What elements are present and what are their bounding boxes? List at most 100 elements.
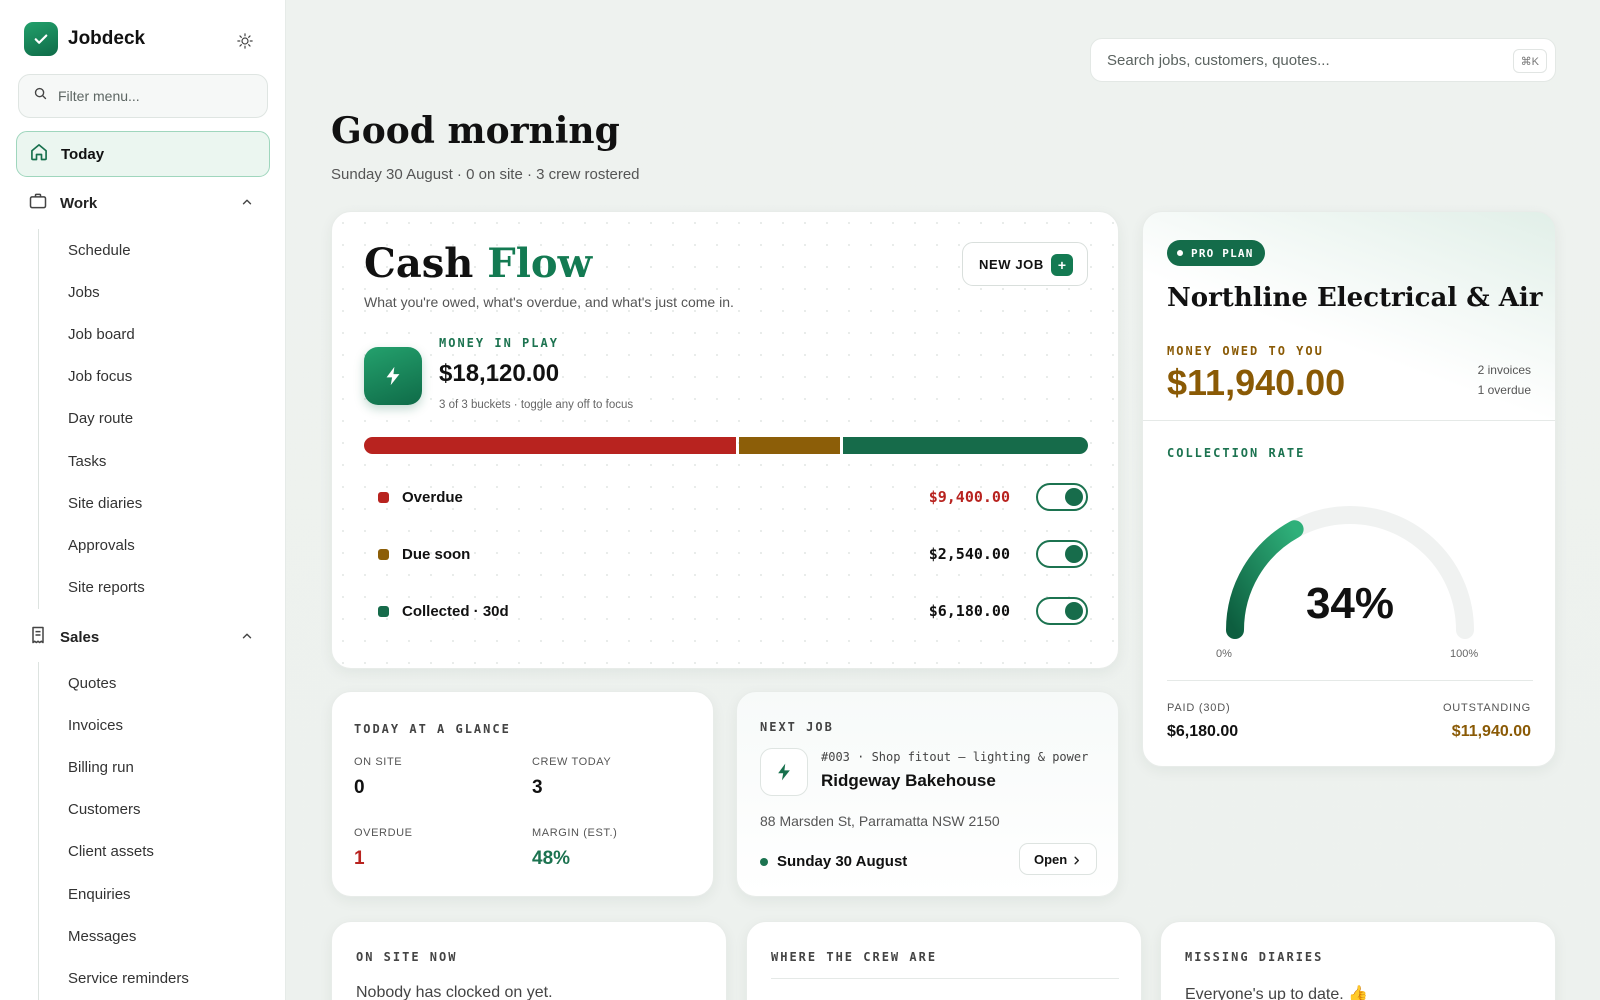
crew-today-value: 3 — [532, 777, 543, 798]
next-job-title: NEXT JOB — [760, 720, 834, 734]
next-job-meta: #003 · Shop fitout — lighting & power — [821, 750, 1089, 764]
sidebar-item-enquiries[interactable]: Enquiries — [39, 873, 189, 915]
page-subtitle: Sunday 30 August · 0 on site · 3 crew ro… — [331, 166, 640, 183]
new-job-label: NEW JOB — [979, 256, 1044, 272]
toggle-knob — [1065, 602, 1083, 620]
sidebar-item-service-reminders[interactable]: Service reminders — [39, 957, 189, 999]
missing-diaries-card: MISSING DIARIES Everyone's up to date. 👍 — [1160, 921, 1556, 1000]
filter-menu-field[interactable] — [18, 74, 268, 118]
on-site-now-card: ON SITE NOW Nobody has clocked on yet. — [331, 921, 727, 1000]
money-owed-label: MONEY OWED TO YOU — [1167, 344, 1324, 358]
next-job-customer: Ridgeway Bakehouse — [821, 771, 996, 790]
brand[interactable]: Jobdeck — [24, 22, 145, 56]
money-in-play-note: 3 of 3 buckets · toggle any off to focus — [439, 399, 634, 411]
divider — [1143, 420, 1555, 421]
sidebar-item-job-focus[interactable]: Job focus — [39, 356, 145, 398]
nav-today-label: Today — [61, 145, 105, 163]
bucket-row-due-soon: Due soon $2,540.00 — [364, 537, 1088, 571]
money-owed-value: $11,940.00 — [1167, 362, 1346, 403]
on-site-now-title: ON SITE NOW — [356, 950, 458, 964]
bucket-amount: $9,400.00 — [928, 488, 1010, 506]
on-site-now-text: Nobody has clocked on yet. — [356, 984, 553, 1000]
next-job-date: Sunday 30 August — [760, 853, 907, 870]
gauge-max-label: 100% — [1450, 648, 1479, 660]
cash-flow-title-accent: Flow — [487, 240, 593, 287]
bucket-color-dot — [378, 605, 389, 617]
sidebar-item-day-route[interactable]: Day route — [39, 398, 145, 440]
toggle-knob — [1065, 545, 1083, 563]
sun-icon[interactable] — [232, 28, 258, 54]
cash-flow-card: Cash Flow What you're owed, what's overd… — [331, 211, 1119, 669]
bucket-name: Due soon — [402, 545, 471, 563]
open-job-button[interactable]: Open — [1019, 843, 1097, 875]
paid-value: $6,180.00 — [1167, 723, 1239, 740]
sidebar-item-tasks[interactable]: Tasks — [39, 440, 145, 482]
global-search[interactable]: ⌘K — [1090, 38, 1556, 82]
chevron-right-icon — [1071, 854, 1082, 869]
bolt-icon — [364, 347, 422, 405]
page-title: Good morning — [331, 110, 620, 152]
bucket-progress-bar — [364, 437, 1088, 454]
sidebar-item-approvals[interactable]: Approvals — [39, 524, 145, 566]
sidebar-item-quotes[interactable]: Quotes — [39, 662, 189, 704]
on-site-value: 0 — [354, 777, 365, 798]
owed-meta: 2 invoices 1 overdue — [1478, 360, 1531, 400]
filter-menu-input[interactable] — [58, 88, 248, 104]
sidebar-item-invoices[interactable]: Invoices — [39, 704, 189, 746]
bucket-amount: $2,540.00 — [928, 545, 1010, 563]
bucket-amount: $6,180.00 — [928, 602, 1010, 620]
nav-group-work-label: Work — [60, 194, 98, 212]
divider — [771, 978, 1119, 979]
nav-group-sales[interactable]: Sales — [16, 617, 270, 657]
on-site-label: ON SITE — [354, 756, 403, 768]
where-the-crew-are-card: WHERE THE CREW ARE — [746, 921, 1142, 1000]
keyboard-shortcut-badge: ⌘K — [1512, 49, 1547, 73]
collection-rate-value: 34% — [1305, 579, 1395, 628]
sidebar-item-site-reports[interactable]: Site reports — [39, 567, 145, 609]
organisation-card: PRO PLAN Northline Electrical & Air MONE… — [1142, 211, 1556, 767]
sidebar-item-customers[interactable]: Customers — [39, 789, 189, 831]
divider — [1167, 680, 1533, 681]
overdue-label: OVERDUE — [354, 827, 413, 839]
bucket-name: Overdue — [402, 488, 463, 506]
bucket-toggle-due-soon[interactable] — [1036, 540, 1088, 568]
next-job-date-text: Sunday 30 August — [777, 853, 908, 870]
pro-plan-badge[interactable]: PRO PLAN — [1167, 240, 1265, 266]
nav-group-sales-label: Sales — [60, 628, 100, 646]
missing-diaries-text: Everyone's up to date. 👍 — [1185, 986, 1369, 1000]
sidebar-item-jobs[interactable]: Jobs — [39, 271, 145, 313]
chevron-up-icon[interactable] — [240, 629, 254, 648]
overdue-value: 1 — [354, 848, 365, 869]
invoices-count: 2 invoices — [1477, 363, 1531, 377]
receipt-icon — [28, 625, 48, 650]
status-dot — [760, 857, 768, 866]
cash-flow-title-main: Cash — [364, 240, 474, 287]
bucket-bar-segment — [364, 437, 737, 454]
today-at-a-glance-card: TODAY AT A GLANCE ON SITE 0 CREW TODAY 3… — [331, 691, 714, 897]
bucket-row-collected: Collected · 30d $6,180.00 — [364, 594, 1088, 628]
search-icon — [33, 86, 48, 106]
money-in-play-label: MONEY IN PLAY — [439, 336, 559, 350]
chevron-up-icon[interactable] — [240, 195, 254, 214]
nav-group-work[interactable]: Work — [16, 183, 270, 223]
check-icon — [24, 22, 58, 56]
gauge-min-label: 0% — [1216, 648, 1232, 660]
sidebar-item-billing-run[interactable]: Billing run — [39, 746, 189, 788]
bucket-toggle-overdue[interactable] — [1036, 483, 1088, 511]
paid-label: PAID (30D) — [1167, 702, 1231, 714]
sidebar-item-messages[interactable]: Messages — [39, 915, 189, 957]
search-input[interactable] — [1107, 51, 1487, 69]
nav-today[interactable]: Today — [16, 131, 270, 177]
sidebar-item-client-assets[interactable]: Client assets — [39, 831, 189, 873]
margin-label: MARGIN (EST.) — [532, 827, 618, 839]
sidebar-item-schedule[interactable]: Schedule — [39, 229, 145, 271]
overdue-count: 1 overdue — [1477, 383, 1531, 397]
missing-diaries-title: MISSING DIARIES — [1185, 950, 1324, 964]
bucket-color-dot — [378, 548, 389, 560]
new-job-button[interactable]: NEW JOB + — [962, 242, 1088, 286]
plus-icon: + — [1051, 254, 1073, 276]
open-job-label: Open — [1034, 851, 1068, 867]
sidebar-item-site-diaries[interactable]: Site diaries — [39, 482, 145, 524]
sidebar-item-job-board[interactable]: Job board — [39, 313, 145, 355]
bucket-toggle-collected[interactable] — [1036, 597, 1088, 625]
